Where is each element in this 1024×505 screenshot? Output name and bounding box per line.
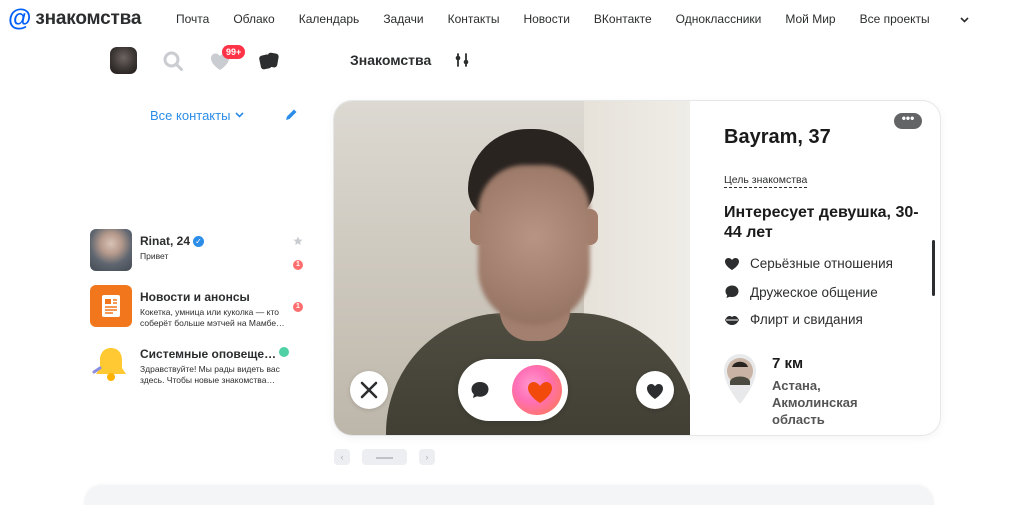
- distance-label: 7 км: [772, 355, 804, 372]
- super-like-button[interactable]: [512, 365, 562, 415]
- nav-item-tasks[interactable]: Задачи: [383, 12, 423, 26]
- pref-flirt: Флирт и свидания: [724, 312, 863, 327]
- goal-text: Интересует девушка, 30-44 лет: [724, 204, 919, 241]
- nav-item-cloud[interactable]: Облако: [233, 12, 274, 26]
- list-item[interactable]: Системные оповеще… Здравствуйте! Мы рады…: [90, 342, 310, 386]
- pref-label: Флирт и свидания: [750, 312, 863, 327]
- lips-icon: [725, 315, 739, 325]
- chat-preview: Кокетка, умница или куколка — кто соберё…: [140, 307, 285, 328]
- chat-name: Системные оповеще…: [140, 347, 277, 361]
- action-pill: [458, 359, 568, 421]
- nav-item-news[interactable]: Новости: [523, 12, 569, 26]
- chat-preview: Привет: [140, 251, 169, 261]
- heart-icon: [647, 384, 663, 399]
- edit-pencil-icon[interactable]: [284, 108, 298, 122]
- bell-icon: [90, 342, 132, 384]
- chat-bubble-icon: [725, 285, 739, 298]
- chat-name: Новости и анонсы: [140, 290, 250, 304]
- close-icon: [360, 381, 378, 399]
- more-options-button[interactable]: •••: [894, 112, 922, 129]
- chevron-down-icon: [235, 110, 245, 121]
- message-icon[interactable]: [468, 378, 492, 402]
- verified-icon: ✓: [193, 236, 205, 247]
- chat-preview: Здравствуйте! Мы рады видеть вас здесь. …: [140, 364, 280, 385]
- nav-item-odnoklassniki[interactable]: Одноклассники: [676, 12, 762, 26]
- profile-photo[interactable]: [334, 101, 690, 435]
- pref-label: Серьёзные отношения: [750, 256, 893, 271]
- city-label: Астана, Акмолинская область: [772, 378, 858, 427]
- chat-name: Rinat, 24 ✓: [140, 234, 205, 248]
- nav-item-mail[interactable]: Почта: [176, 12, 209, 26]
- logo[interactable]: @ знакомства: [8, 5, 142, 32]
- contacts-filter-label: Все контакты: [150, 108, 231, 123]
- pager-indicator[interactable]: [362, 449, 407, 465]
- nav-item-vkontakte[interactable]: ВКонтакте: [594, 12, 652, 26]
- pref-serious: Серьёзные отношения: [724, 256, 893, 271]
- news-icon: [90, 285, 132, 327]
- profile-info: ••• Bayram, 37 Цель знакомства Интересуе…: [690, 101, 940, 435]
- main-nav: Почта Облако Календарь Задачи Контакты Н…: [176, 12, 1017, 26]
- heart-icon: [528, 382, 552, 403]
- pref-friendly: Дружеское общение: [724, 284, 878, 300]
- chevron-down-icon: [960, 15, 969, 26]
- unread-badge: 1: [293, 260, 303, 270]
- logo-at-icon: @: [8, 5, 32, 32]
- online-indicator: [279, 347, 289, 357]
- likes-badge: 99+: [222, 45, 246, 59]
- goal-label[interactable]: Цель знакомства: [724, 174, 808, 188]
- my-avatar[interactable]: [110, 47, 137, 74]
- list-item[interactable]: Rinat, 24 ✓ Привет 1: [90, 229, 310, 273]
- cards-icon[interactable]: [258, 50, 280, 72]
- all-projects-label: Все проекты: [859, 12, 930, 26]
- location-pin-avatar: [724, 354, 756, 404]
- profile-card: ••• Bayram, 37 Цель знакомства Интересуе…: [334, 101, 940, 435]
- prev-button[interactable]: ‹: [334, 449, 350, 465]
- page-title: Знакомства: [350, 52, 432, 68]
- filter-icon[interactable]: [454, 52, 470, 68]
- heart-icon: [725, 257, 739, 270]
- avatar: [90, 229, 132, 271]
- logo-text: знакомства: [35, 8, 142, 29]
- dislike-button[interactable]: [350, 371, 388, 409]
- scrollbar[interactable]: [932, 240, 935, 296]
- contacts-filter-dropdown[interactable]: Все контакты: [150, 108, 245, 123]
- top-bar: @ знакомства Почта Облако Календарь Зада…: [0, 0, 1024, 40]
- nav-item-all-projects[interactable]: Все проекты: [860, 12, 993, 26]
- like-button[interactable]: [636, 371, 674, 409]
- unread-badge: 1: [293, 302, 303, 312]
- bottom-panel-edge: [84, 485, 934, 505]
- search-icon[interactable]: [162, 50, 184, 72]
- pref-label: Дружеское общение: [750, 284, 878, 300]
- nav-item-contacts[interactable]: Контакты: [448, 12, 500, 26]
- profile-name: Bayram, 37: [724, 126, 831, 148]
- nav-item-calendar[interactable]: Календарь: [299, 12, 360, 26]
- nav-item-my-world[interactable]: Мой Мир: [785, 12, 835, 26]
- next-button[interactable]: ›: [419, 449, 435, 465]
- star-icon[interactable]: [293, 236, 303, 246]
- list-item[interactable]: Новости и анонсы Кокетка, умница или кук…: [90, 285, 310, 329]
